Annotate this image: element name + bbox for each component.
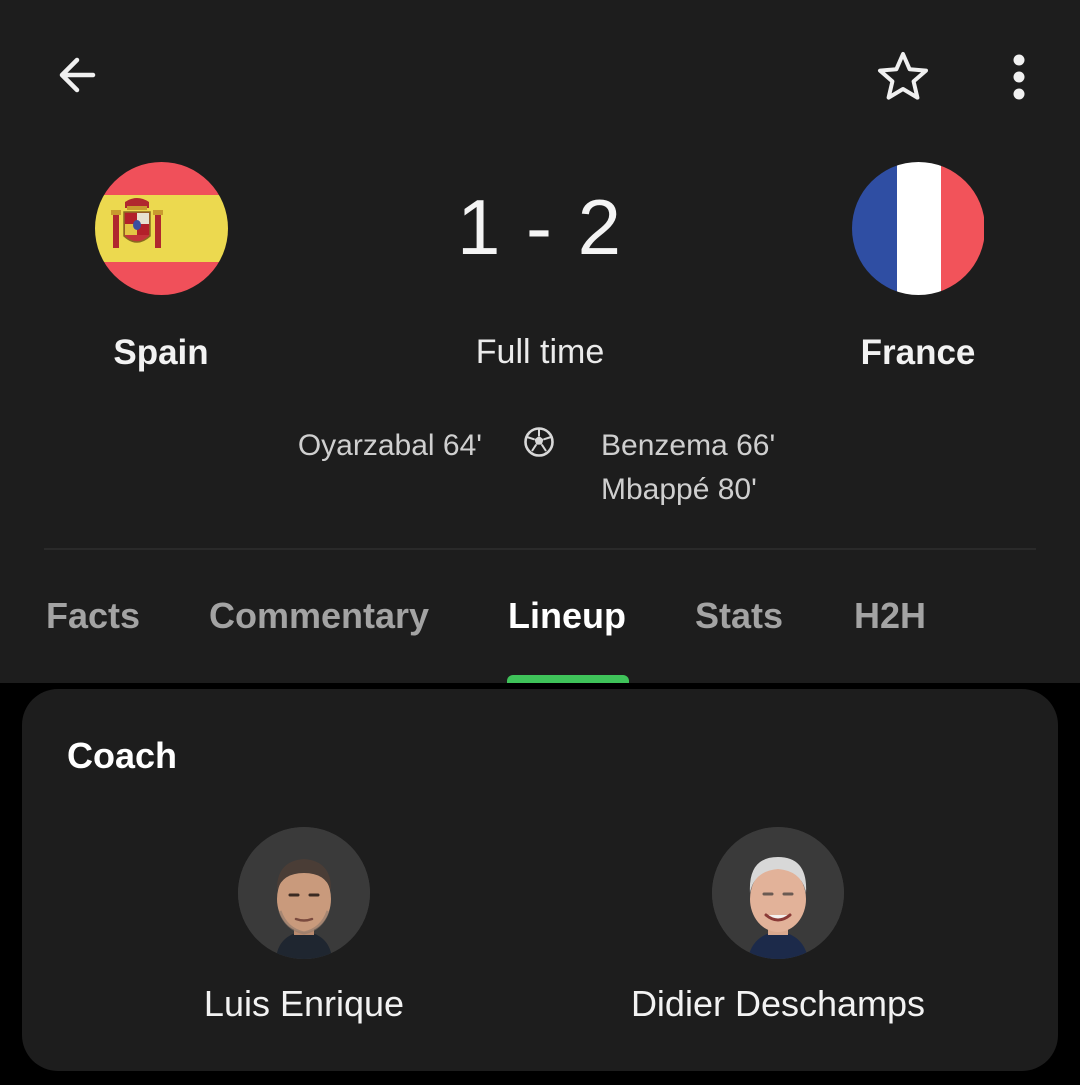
away-team[interactable]: France (788, 162, 1048, 373)
tab-stats[interactable]: Stats (695, 595, 783, 637)
coat-of-arms-icon (110, 198, 163, 248)
tab-h2h[interactable]: H2H (854, 595, 926, 637)
goal-event: Oyarzabal 64' (297, 429, 482, 462)
favorite-button[interactable] (868, 42, 938, 112)
more-vert-icon (1013, 54, 1025, 100)
arrow-left-icon (59, 57, 96, 93)
home-scorers: Oyarzabal 64' (298, 424, 482, 468)
match-score: 1 - 2 (456, 183, 624, 271)
tab-lineup[interactable]: Lineup (508, 595, 626, 637)
coach-name: Didier Deschamps (630, 983, 926, 1024)
more-options-button[interactable] (994, 42, 1044, 112)
away-team-name: France (860, 333, 976, 372)
coach-photo (712, 827, 844, 959)
spain-flag-icon (94, 162, 228, 295)
card-title: Coach (67, 735, 178, 776)
coach-card: Coach Luis Enrique Didier Deschamps (22, 689, 1058, 1071)
away-scorers: Benzema 66' Mbappé 80' (601, 424, 775, 512)
home-team[interactable]: Spain (31, 162, 291, 373)
match-status: Full time (475, 333, 605, 371)
goal-event: Mbappé 80' (601, 473, 757, 506)
goal-event: Benzema 66' (601, 429, 776, 462)
france-flag-icon (851, 162, 985, 295)
coach-name: Luis Enrique (203, 983, 405, 1024)
divider (44, 548, 1036, 550)
match-header: Spain 1 - 2 Full time France Oyarzabal 6… (0, 0, 1080, 683)
soccer-ball-icon (524, 427, 554, 457)
coach-item-home[interactable]: Luis Enrique (94, 827, 514, 1025)
tab-facts[interactable]: Facts (46, 595, 140, 637)
star-outline-icon (878, 52, 928, 100)
match-tabs: Facts Commentary Lineup Stats H2H (0, 580, 1080, 683)
back-button[interactable] (42, 40, 112, 110)
active-tab-indicator (507, 675, 629, 683)
tab-commentary[interactable]: Commentary (209, 595, 429, 637)
coach-photo (238, 827, 370, 959)
home-team-name: Spain (113, 333, 209, 372)
coach-item-away[interactable]: Didier Deschamps (568, 827, 988, 1025)
